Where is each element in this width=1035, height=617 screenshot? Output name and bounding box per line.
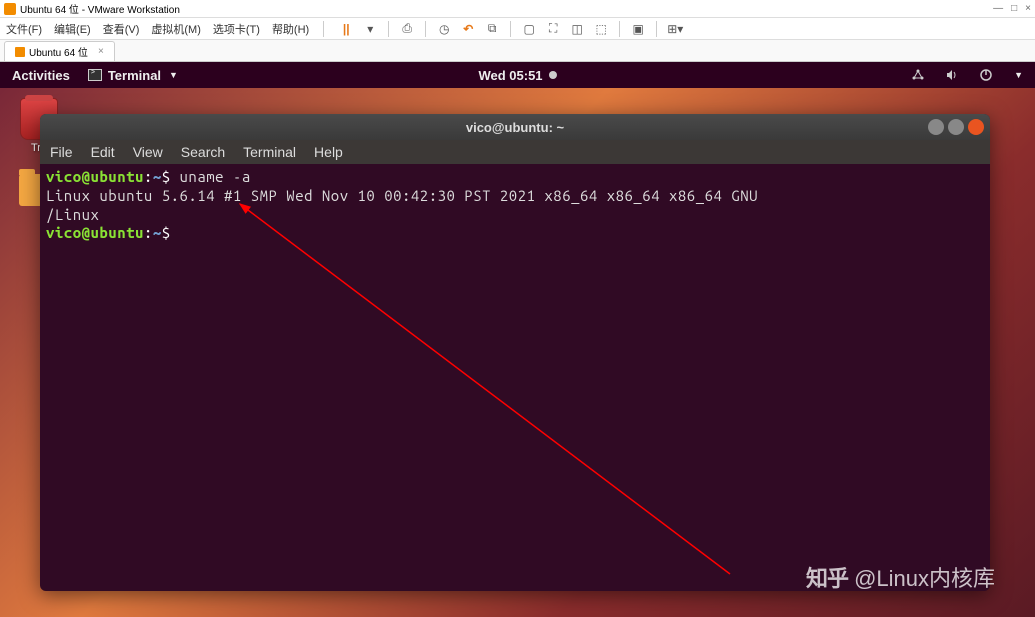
terminal-menu-help[interactable]: Help (314, 144, 343, 160)
fullscreen-icon[interactable]: ⛶ (545, 21, 561, 37)
clock-text: Wed 05:51 (478, 68, 542, 83)
terminal-window-controls (928, 119, 984, 135)
prompt-path: ~ (153, 224, 162, 241)
terminal-minimize-button[interactable] (928, 119, 944, 135)
terminal-content[interactable]: vico@ubuntu:~$ uname -a Linux ubuntu 5.6… (40, 164, 990, 247)
vmware-minimize-button[interactable]: — (993, 3, 1003, 14)
toolbar-separator (656, 21, 657, 37)
vm-tab-icon (15, 47, 25, 57)
stretch-icon[interactable]: ⬚ (593, 21, 609, 37)
vmware-menu-edit[interactable]: 编辑(E) (54, 21, 91, 37)
vmware-menu-help[interactable]: 帮助(H) (272, 21, 309, 37)
vm-tab-label: Ubuntu 64 位 (29, 44, 88, 59)
toolbar-separator (388, 21, 389, 37)
dropdown-icon[interactable]: ▾ (362, 21, 378, 37)
devices-icon[interactable]: ⊞▾ (667, 21, 683, 37)
vm-tab-active[interactable]: Ubuntu 64 位 × (4, 41, 115, 61)
vmware-toolbar: || ▾ ⎙ ◷ ↶ ⧉ ▢ ⛶ ◫ ⬚ ▣ ⊞▾ (338, 21, 683, 37)
watermark: 知乎 @Linux内核库 (806, 561, 995, 593)
prompt-path: ~ (153, 168, 162, 185)
vmware-title: Ubuntu 64 位 - VMware Workstation (20, 1, 180, 16)
panel-clock[interactable]: Wed 05:51 (478, 68, 556, 83)
terminal-menu-search[interactable]: Search (181, 144, 225, 160)
vmware-window-controls: — □ × (993, 3, 1031, 14)
terminal-line-1: vico@ubuntu:~$ uname -a (46, 168, 984, 187)
notification-dot-icon (549, 71, 557, 79)
terminal-menu-view[interactable]: View (133, 144, 163, 160)
console-icon[interactable]: ▣ (630, 21, 646, 37)
screen-icon[interactable]: ▢ (521, 21, 537, 37)
vm-tabbar: Ubuntu 64 位 × (0, 40, 1035, 62)
panel-app-name: Terminal (108, 68, 161, 83)
watermark-text: @Linux内核库 (854, 561, 995, 593)
pause-icon[interactable]: || (338, 21, 354, 37)
prompt-symbol: $ (162, 168, 171, 185)
vmware-logo-icon (4, 3, 16, 15)
toolbar-separator (510, 21, 511, 37)
zhihu-logo: 知乎 (806, 561, 848, 593)
terminal-menu-edit[interactable]: Edit (91, 144, 115, 160)
terminal-close-button[interactable] (968, 119, 984, 135)
vmware-maximize-button[interactable]: □ (1011, 3, 1017, 14)
panel-status-area: ▼ (910, 67, 1023, 83)
toolbar-separator (619, 21, 620, 37)
terminal-titlebar[interactable]: vico@ubuntu: ~ (40, 114, 990, 140)
terminal-menu-terminal[interactable]: Terminal (243, 144, 296, 160)
command-1: uname -a (180, 168, 251, 185)
app-dropdown-icon: ▼ (169, 70, 178, 80)
toolbar-separator (425, 21, 426, 37)
terminal-output-2: /Linux (46, 206, 984, 225)
terminal-window: vico@ubuntu: ~ File Edit View Search Ter… (40, 114, 990, 591)
vmware-titlebar: Ubuntu 64 位 - VMware Workstation — □ × (0, 0, 1035, 18)
revert-icon[interactable]: ↶ (460, 21, 476, 37)
panel-left: Activities Terminal ▼ (12, 68, 178, 83)
vmware-menu-vm[interactable]: 虚拟机(M) (151, 21, 201, 37)
ubuntu-desktop: Activities Terminal ▼ Wed 05:51 ▼ (0, 62, 1035, 617)
clock-icon[interactable]: ◷ (436, 21, 452, 37)
activities-button[interactable]: Activities (12, 68, 70, 83)
prompt-userhost: vico@ubuntu (46, 168, 144, 185)
toolbar-separator (323, 21, 324, 37)
vmware-menu-view[interactable]: 查看(V) (103, 21, 140, 37)
unity-icon[interactable]: ◫ (569, 21, 585, 37)
terminal-maximize-button[interactable] (948, 119, 964, 135)
vmware-menu-file[interactable]: 文件(F) (6, 21, 42, 37)
snapshot-icon[interactable]: ⎙ (399, 21, 415, 37)
terminal-menu-file[interactable]: File (50, 144, 73, 160)
manage-icon[interactable]: ⧉ (484, 21, 500, 37)
panel-app-menu[interactable]: Terminal ▼ (88, 68, 178, 83)
volume-icon[interactable] (944, 67, 960, 83)
terminal-line-prompt: vico@ubuntu:~$ (46, 224, 984, 243)
vmware-close-button[interactable]: × (1025, 3, 1031, 14)
power-icon[interactable] (978, 67, 994, 83)
ubuntu-top-panel: Activities Terminal ▼ Wed 05:51 ▼ (0, 62, 1035, 88)
terminal-menubar: File Edit View Search Terminal Help (40, 140, 990, 164)
terminal-icon (88, 69, 102, 81)
terminal-title: vico@ubuntu: ~ (466, 120, 564, 135)
prompt-userhost: vico@ubuntu (46, 224, 144, 241)
network-icon[interactable] (910, 67, 926, 83)
terminal-output-1: Linux ubuntu 5.6.14 #1 SMP Wed Nov 10 00… (46, 187, 984, 206)
vmware-menubar: 文件(F) 编辑(E) 查看(V) 虚拟机(M) 选项卡(T) 帮助(H) ||… (0, 18, 1035, 40)
prompt-sep: : (144, 224, 153, 241)
vm-tab-close-button[interactable]: × (98, 46, 104, 57)
power-dropdown-icon[interactable]: ▼ (1014, 70, 1023, 80)
prompt-symbol: $ (162, 224, 171, 241)
vmware-menu-tabs[interactable]: 选项卡(T) (213, 21, 260, 37)
prompt-sep: : (144, 168, 153, 185)
